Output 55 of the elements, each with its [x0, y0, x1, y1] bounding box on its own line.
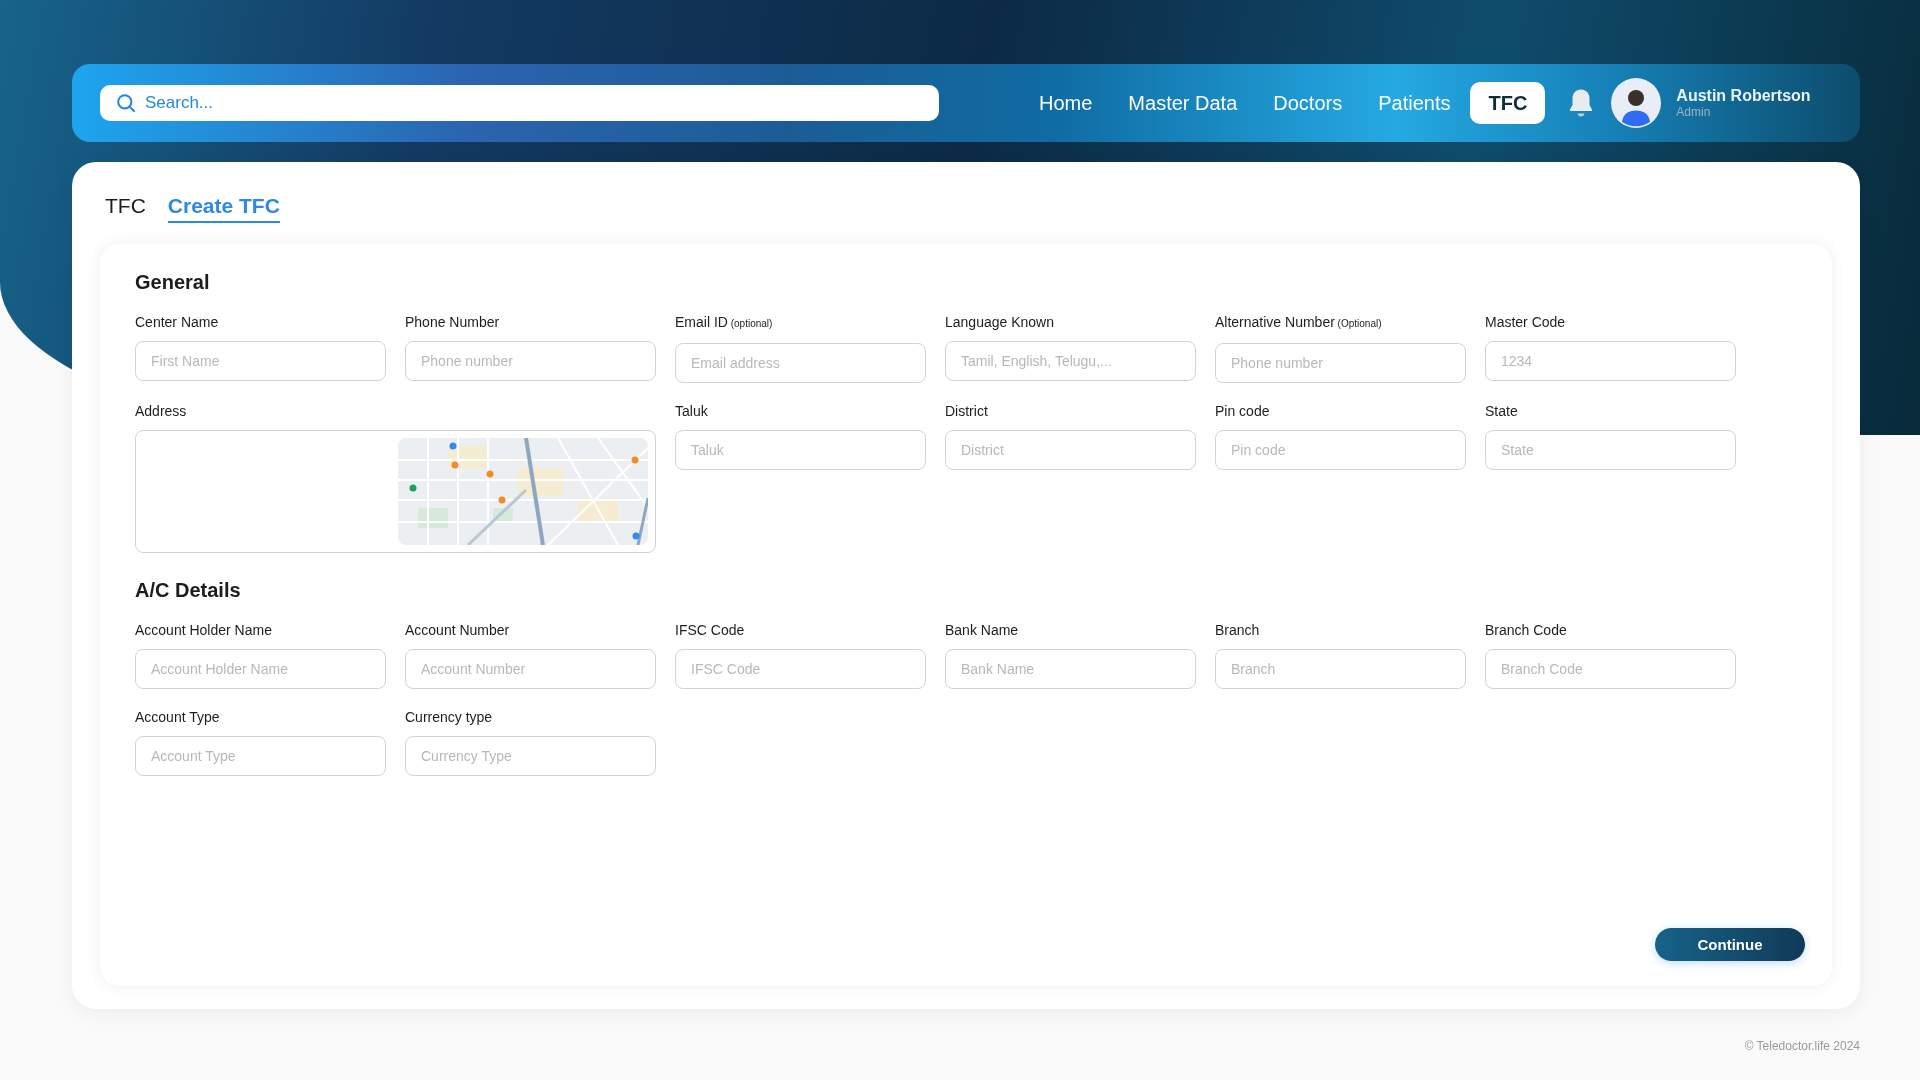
field-label: Master Code	[1485, 313, 1567, 331]
tab[interactable]: Create TFC	[167, 193, 280, 223]
input-field[interactable]: First Name	[135, 341, 386, 381]
user-name: Austin Robertson	[1676, 86, 1811, 105]
input-field[interactable]: Email address	[675, 343, 926, 383]
field-label: Account Number	[405, 621, 511, 639]
field-label: Branch Code	[1485, 621, 1568, 639]
field-label: Address	[135, 402, 188, 420]
nav-link[interactable]: Doctors	[1255, 82, 1361, 124]
section-title: A/C Details	[135, 578, 242, 602]
input-field[interactable]: Tamil, English, Telugu,...	[945, 341, 1196, 381]
field-label: Account Holder Name	[135, 621, 273, 639]
input-field[interactable]: Pin code	[1215, 430, 1466, 470]
nav-link[interactable]: TFC	[1470, 82, 1546, 124]
input-field[interactable]: Branch	[1215, 649, 1466, 689]
input-field[interactable]: Account Number	[405, 649, 656, 689]
field-label: Branch	[1215, 621, 1261, 639]
input-field[interactable]: District	[945, 430, 1196, 470]
input-field[interactable]: Phone number	[1215, 343, 1466, 383]
field-label: Alternative Number (Optional)	[1215, 313, 1383, 332]
input-field[interactable]: Account Type	[135, 736, 386, 776]
field-label: Email ID (optional)	[675, 313, 774, 332]
field-label: Center Name	[135, 313, 220, 331]
user-role: Admin	[1676, 105, 1712, 120]
field-label: Currency type	[405, 708, 494, 726]
input-field[interactable]: Phone number	[405, 341, 656, 381]
field-label: Account Type	[135, 708, 221, 726]
nav-link[interactable]: Master Data	[1110, 82, 1256, 124]
field-label: Pin code	[1215, 402, 1271, 420]
input-field[interactable]: Branch Code	[1485, 649, 1736, 689]
field-label: Language Known	[945, 313, 1055, 331]
input-field[interactable]: IFSC Code	[675, 649, 926, 689]
tab[interactable]: TFC	[105, 193, 146, 223]
field-label: Phone Number	[405, 313, 501, 331]
section-title: General	[135, 270, 211, 294]
nav-link[interactable]: Patients	[1360, 82, 1469, 124]
address-field[interactable]	[135, 430, 656, 553]
search-field[interactable]: Search...	[100, 85, 939, 121]
input-field[interactable]: 1234	[1485, 341, 1736, 381]
copyright-text: © Teledoctor.life 2024	[1743, 1039, 1860, 1053]
field-label: Taluk	[675, 402, 709, 420]
input-field[interactable]: State	[1485, 430, 1736, 470]
input-field[interactable]: Bank Name	[945, 649, 1196, 689]
bell-icon[interactable]	[1569, 88, 1594, 118]
field-label: District	[945, 402, 989, 420]
avatar-icon[interactable]	[1611, 78, 1662, 128]
nav-link[interactable]: Home	[1021, 82, 1111, 124]
input-field[interactable]: Taluk	[675, 430, 926, 470]
field-label: IFSC Code	[675, 621, 746, 639]
search-icon	[117, 94, 135, 112]
field-label: Bank Name	[945, 621, 1020, 639]
input-field[interactable]: Account Holder Name	[135, 649, 386, 689]
input-field[interactable]: Currency Type	[405, 736, 656, 776]
continue-button[interactable]: Continue	[1655, 928, 1805, 961]
field-label: State	[1485, 402, 1519, 420]
